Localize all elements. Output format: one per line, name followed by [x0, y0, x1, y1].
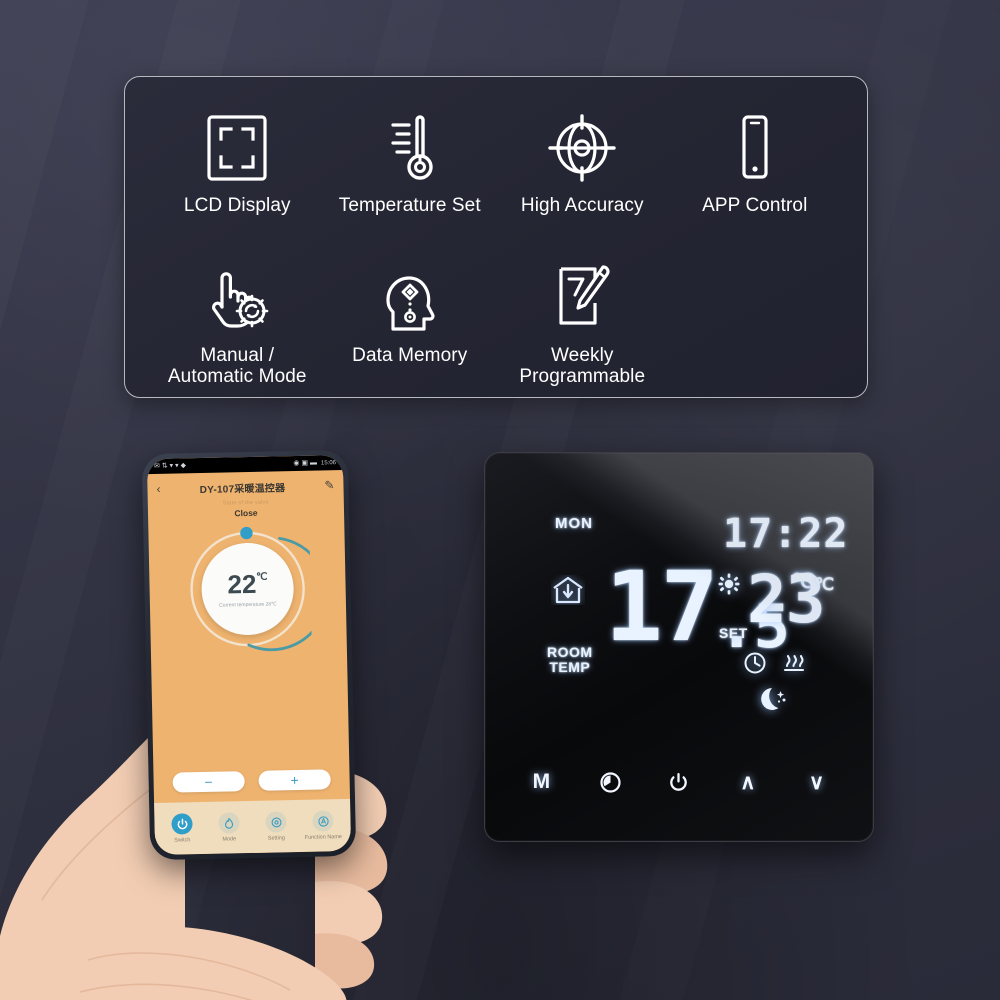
power-button[interactable]: [656, 765, 702, 799]
thermostat-lcd-screen: MON ROOM TEMP 17:22 17 .5 ℃ SET 23 ℃ M ∧…: [485, 453, 873, 841]
temperature-controls: − +: [153, 769, 350, 803]
feature-high-accuracy: High Accuracy: [496, 97, 669, 247]
clock-icon: [743, 651, 767, 680]
power-icon: [171, 813, 193, 835]
target-icon: [312, 810, 334, 832]
dial-subtitle: Current temperature 28℃: [219, 600, 277, 609]
nav-label: Function Name: [304, 834, 343, 841]
decrease-button[interactable]: −: [172, 771, 245, 793]
lcd-status-icons-row: [743, 651, 807, 680]
nav-label: Switch: [174, 837, 191, 844]
gear-icon: [265, 811, 287, 833]
feature-lcd-display: LCD Display: [151, 97, 324, 247]
feature-label: Temperature Set: [338, 195, 481, 216]
lcd-clock: 17:22: [723, 511, 849, 557]
down-button[interactable]: ∨: [794, 765, 840, 799]
feature-app-control: APP Control: [669, 97, 842, 247]
feature-label: Manual / Automatic Mode: [167, 345, 307, 388]
mode-button[interactable]: M: [518, 765, 564, 799]
thermostat-device: MON ROOM TEMP 17:22 17 .5 ℃ SET 23 ℃ M ∧…: [484, 452, 874, 842]
head-memory-icon: [378, 257, 442, 339]
phone-screen: ✉ ⇅ ▾ ▾ ◆ ◉ ▣ ▬ 15:06 ‹ DY-107采暖温控器 ✎ St…: [146, 454, 352, 856]
house-icon: [551, 575, 585, 610]
lcd-set-label: SET: [719, 625, 748, 641]
current-temp-integer: 17: [605, 551, 719, 663]
edit-pencil-icon[interactable]: ✎: [324, 478, 334, 492]
increase-button[interactable]: +: [258, 769, 331, 791]
dial-temperature-value: 22: [227, 568, 257, 599]
feature-label: LCD Display: [183, 195, 291, 216]
back-chevron-icon[interactable]: ‹: [156, 482, 160, 496]
lcd-set-temp-unit: ℃: [815, 575, 835, 594]
heating-waves-icon: [781, 651, 807, 680]
feature-data-memory: Data Memory: [324, 247, 497, 397]
temperature-dial-area: 22 ℃ Current temperature 28℃: [148, 516, 349, 773]
nav-function-name[interactable]: Function Name: [300, 810, 347, 841]
crosshair-target-icon: [547, 107, 617, 189]
notepad-pen-icon: [551, 257, 613, 339]
gear-icon: [718, 573, 740, 600]
nav-setting[interactable]: Setting: [253, 811, 300, 842]
smartphone-device: ✉ ⇅ ▾ ▾ ◆ ◉ ▣ ▬ 15:06 ‹ DY-107采暖温控器 ✎ St…: [141, 449, 357, 861]
temperature-dial[interactable]: 22 ℃ Current temperature 28℃: [183, 525, 312, 654]
status-right-glyphs: ◉ ▣ ▬: [293, 459, 318, 468]
feature-temperature-set: Temperature Set: [324, 97, 497, 247]
dial-knob: [240, 526, 253, 540]
thermostat-touch-buttons: M ∧ ∨: [485, 765, 873, 799]
feature-label: Weekly Programmable: [519, 345, 646, 388]
nav-label: Mode: [222, 836, 237, 843]
feature-row-1: LCD Display Temperature Set High Accurac…: [151, 97, 841, 247]
feature-label: High Accuracy: [520, 195, 644, 216]
status-bar-time: 15:06: [320, 459, 337, 466]
status-left-icons: ✉ ⇅ ▾ ▾ ◆: [154, 462, 186, 470]
lcd-weekday: MON: [555, 515, 593, 532]
feature-row-2: Manual / Automatic Mode Data Memory Week…: [151, 247, 841, 397]
lcd-display-icon: [204, 107, 270, 189]
feature-row-2-spacer: [669, 247, 842, 397]
phone-bottom-nav: Switch Mode Setting Function Name: [154, 798, 352, 856]
dial-temperature-unit: ℃: [256, 571, 268, 583]
flame-icon: [218, 812, 240, 834]
feature-panel: LCD Display Temperature Set High Accurac…: [124, 76, 868, 398]
timer-button[interactable]: [587, 765, 633, 799]
smartphone-icon: [733, 107, 777, 189]
hand-gear-icon: [200, 257, 274, 339]
feature-label: APP Control: [702, 195, 808, 216]
nav-switch[interactable]: Switch: [159, 813, 206, 844]
feature-manual-automatic-mode: Manual / Automatic Mode: [151, 247, 324, 397]
nav-mode[interactable]: Mode: [206, 812, 253, 843]
up-button[interactable]: ∧: [725, 765, 771, 799]
status-left-glyphs: ✉ ⇅ ▾ ▾ ◆: [153, 462, 187, 470]
status-right-icons: ◉ ▣ ▬ 15:06: [293, 459, 336, 467]
lcd-set-temperature: 23: [747, 561, 825, 638]
thermometer-icon: [379, 107, 441, 189]
feature-weekly-programmable: Weekly Programmable: [496, 247, 669, 397]
nav-label: Setting: [267, 835, 285, 842]
night-moon-icon: [757, 685, 789, 718]
app-title: DY-107采暖温控器: [199, 482, 286, 496]
lcd-room-temp-label: ROOM TEMP: [547, 644, 593, 675]
dial-temperature: 22 ℃: [227, 568, 268, 599]
feature-label: Data Memory: [352, 345, 468, 366]
